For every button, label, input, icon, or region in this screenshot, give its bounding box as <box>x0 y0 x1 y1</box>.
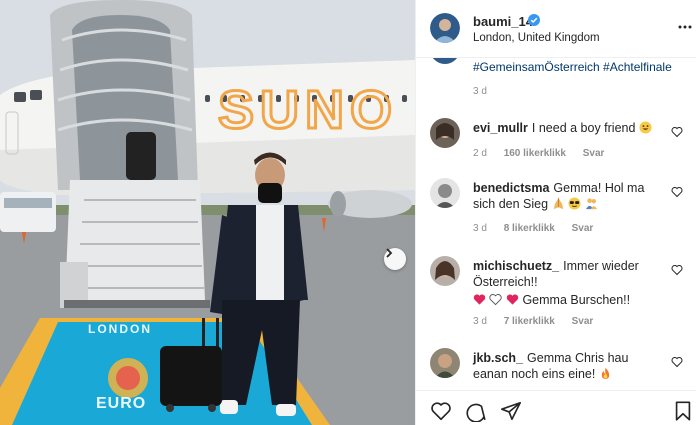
next-arrow-icon <box>386 248 393 258</box>
photo-illustration: SUNO LONDON EURO <box>0 0 415 425</box>
comment-text: I need a boy friend <box>531 121 636 135</box>
sunglasses-face-emoji <box>568 197 581 210</box>
comment-reply-button[interactable]: Svar <box>572 223 594 234</box>
comment-likes[interactable]: 160 likerklikk <box>504 148 566 159</box>
author-avatar[interactable] <box>430 13 460 43</box>
caption-avatar <box>430 58 460 64</box>
next-photo-button[interactable] <box>384 248 406 270</box>
comment-icon[interactable] <box>465 400 487 422</box>
fire-emoji <box>601 367 610 380</box>
comment-timestamp: 2 d <box>473 148 487 159</box>
post-location[interactable]: London, United Kingdom <box>473 32 600 44</box>
commenter-avatar[interactable] <box>430 178 460 208</box>
caption-hashtags[interactable]: #GemeinsamÖsterreich #Achtelfinale <box>473 60 672 74</box>
comment-reply-button[interactable]: Svar <box>572 316 594 327</box>
comment-meta: 3 d 8 likerklikk Svar <box>473 223 607 234</box>
more-options-icon[interactable] <box>678 20 692 34</box>
heart-outline-icon[interactable] <box>671 264 683 276</box>
heart-outline-icon[interactable] <box>671 126 683 138</box>
comment-body: benedictsma Gemma! Hol ma sich den Sieg <box>473 180 663 212</box>
commenter-avatar[interactable] <box>430 256 460 286</box>
white-heart-emoji <box>489 294 503 306</box>
comment-username[interactable]: jkb.sch_ <box>473 351 523 365</box>
carpet-lettering-2: EURO <box>96 395 146 412</box>
post-header: baumi_14 London, United Kingdom <box>416 0 696 58</box>
comment-username[interactable]: evi_mullr <box>473 121 528 135</box>
heart-outline-icon[interactable] <box>671 186 683 198</box>
red-heart-emoji <box>473 294 486 305</box>
bookmark-icon[interactable] <box>672 400 694 422</box>
post-action-bar <box>416 390 696 425</box>
comment-username[interactable]: michischuetz_ <box>473 259 559 273</box>
comment-second-line: Gemma Burschen!! <box>473 292 663 308</box>
caption-timestamp: 3 d <box>473 86 487 97</box>
folded-hands-emoji <box>553 197 563 210</box>
plane-lettering: SUNO <box>218 80 398 140</box>
comment-body: evi_mullr I need a boy friend <box>473 120 663 136</box>
post-photo[interactable]: SUNO LONDON EURO <box>0 0 415 425</box>
comment-username[interactable]: benedictsma <box>473 181 549 195</box>
comment-text-line2: Gemma Burschen!! <box>522 293 631 307</box>
comment-likes[interactable]: 8 likerklikk <box>504 223 555 234</box>
comment-meta: 2 d 160 likerklikk Svar <box>473 148 618 159</box>
comment-body: jkb.sch_ Gemma Chris hau eanan noch eins … <box>473 350 663 382</box>
comment-timestamp: 3 d <box>473 223 487 234</box>
comments-list[interactable]: #GemeinsamÖsterreich #Achtelfinale 3 d e… <box>416 58 696 390</box>
red-heart-emoji <box>506 294 519 305</box>
heart-outline-icon[interactable] <box>671 356 683 368</box>
verified-badge-icon <box>528 14 540 26</box>
commenter-avatar[interactable] <box>430 348 460 378</box>
commenter-avatar[interactable] <box>430 118 460 148</box>
comment-body: michischuetz_ Immer wieder Österreich!! G… <box>473 258 663 308</box>
comment-reply-button[interactable]: Svar <box>583 148 605 159</box>
comment-likes[interactable]: 7 likerklikk <box>504 316 555 327</box>
carpet-lettering-1: LONDON <box>88 322 152 336</box>
post-side-panel: baumi_14 London, United Kingdom #Gemeins… <box>415 0 696 425</box>
comment-meta: 3 d 7 likerklikk Svar <box>473 316 607 327</box>
people-hugging-emoji <box>585 198 597 210</box>
author-username[interactable]: baumi_14 <box>473 14 533 29</box>
comment-timestamp: 3 d <box>473 316 487 327</box>
heart-outline-icon[interactable] <box>430 400 452 422</box>
share-icon[interactable] <box>500 400 522 422</box>
grinning-face-emoji <box>639 121 652 134</box>
